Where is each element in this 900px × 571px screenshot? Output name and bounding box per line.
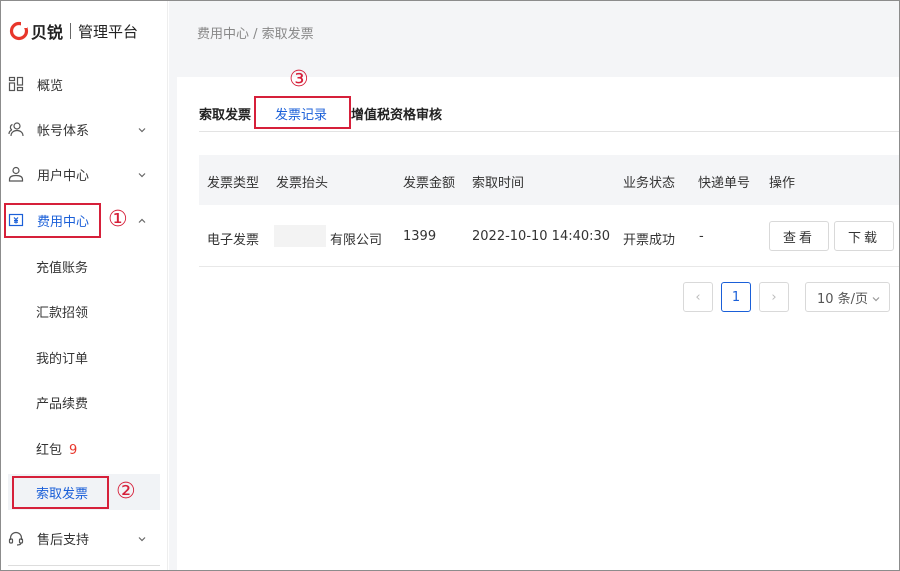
tabs-divider	[199, 131, 900, 132]
sidebar-item-label: 用户中心	[37, 168, 90, 184]
invoice-amount-cell: 1399	[403, 229, 437, 244]
sidebar-subitem-recharge[interactable]: 充值账务	[0, 248, 168, 284]
sidebar-item-label: 概览	[37, 78, 64, 94]
redacted-title-mask	[274, 225, 326, 247]
chevron-down-icon	[871, 293, 881, 303]
annotation-marker-3: ③	[289, 67, 309, 92]
grid-icon	[8, 76, 24, 92]
active-tab-indicator	[275, 127, 329, 129]
column-header: 发票抬头	[276, 176, 329, 191]
download-invoice-button[interactable]: 下载	[834, 221, 894, 251]
sidebar: 贝锐 管理平台 概览 帐号体系 用户中心 费用中心 ① 充值账务 汇款招领 我的…	[0, 0, 168, 571]
column-header: 索取时间	[472, 176, 525, 191]
sidebar-item-billing[interactable]: 费用中心	[0, 202, 168, 238]
headset-icon	[8, 530, 24, 546]
main-content: 费用中心 / 索取发票 索取发票 发票记录 增值税资格审核 ③ 发票类型 发票抬…	[169, 0, 900, 571]
user-icon	[8, 166, 24, 182]
sidebar-subitem-orders[interactable]: 我的订单	[0, 339, 168, 375]
sidebar-divider	[8, 565, 160, 566]
tab-vat-qualification[interactable]: 增值税资格审核	[351, 104, 442, 132]
column-header: 快递单号	[698, 176, 751, 191]
brand-divider	[70, 23, 72, 39]
annotation-marker-1: ①	[108, 207, 128, 232]
breadcrumb: 费用中心 / 索取发票	[197, 27, 314, 42]
sidebar-subitem-request-invoice[interactable]: 索取发票	[8, 474, 160, 510]
column-header: 发票类型	[207, 176, 260, 191]
sidebar-item-label: 售后支持	[37, 532, 90, 548]
sidebar-subitem-label: 汇款招领	[36, 305, 89, 321]
sidebar-subitem-label: 我的订单	[36, 351, 89, 367]
red-packet-label: 红包	[36, 442, 63, 458]
sidebar-item-user-center[interactable]: 用户中心	[0, 156, 168, 192]
sidebar-subitem-label: 产品续费	[36, 396, 89, 412]
brand-subtitle: 管理平台	[78, 22, 139, 41]
sidebar-subitem-label: 索取发票	[36, 486, 89, 502]
sidebar-subitem-label: 红包 9	[36, 439, 77, 458]
sidebar-subitem-remittance[interactable]: 汇款招领	[0, 293, 168, 329]
next-page-button[interactable]: ›	[759, 282, 789, 312]
red-packet-count-badge: 9	[69, 442, 78, 458]
chevron-left-icon: ‹	[695, 289, 701, 305]
chevron-down-icon	[137, 124, 147, 134]
users-icon	[8, 121, 24, 137]
brand-logo[interactable]: 贝锐 管理平台	[9, 19, 138, 43]
sidebar-item-support[interactable]: 售后支持	[0, 520, 168, 556]
status-cell: 开票成功	[623, 233, 676, 248]
chevron-up-icon	[137, 215, 147, 225]
pagination: ‹ 1 › 10 条/页	[177, 282, 900, 314]
prev-page-button[interactable]: ‹	[683, 282, 713, 312]
content-card: 索取发票 发票记录 增值税资格审核 ③ 发票类型 发票抬头 发票金额 索取时间 …	[177, 69, 900, 571]
annotation-marker-2: ②	[116, 479, 136, 504]
chevron-down-icon	[137, 169, 147, 179]
view-invoice-button[interactable]: 查看	[769, 221, 829, 251]
table-row: 电子发票 有限公司 1399 2022-10-10 14:40:30 开票成功 …	[199, 205, 900, 267]
page-size-select[interactable]: 10 条/页	[805, 282, 890, 312]
sidebar-subitem-label: 充值账务	[36, 260, 89, 276]
column-header: 业务状态	[623, 176, 676, 191]
table-header: 发票类型 发票抬头 发票金额 索取时间 业务状态 快递单号 操作	[199, 155, 900, 205]
chevron-down-icon	[137, 533, 147, 543]
sidebar-item-label: 费用中心	[37, 214, 90, 230]
request-time-cell: 2022-10-10 14:40:30	[472, 229, 611, 244]
invoice-type-cell: 电子发票	[207, 233, 260, 248]
page-size-value: 10 条/页	[817, 291, 869, 307]
invoice-title-cell: 有限公司	[330, 233, 383, 248]
brand-name: 贝锐	[31, 23, 64, 42]
tracking-number-cell: -	[699, 229, 704, 244]
sidebar-item-accounts[interactable]: 帐号体系	[0, 111, 168, 147]
tab-request-invoice[interactable]: 索取发票	[199, 104, 251, 132]
sidebar-subitem-red-packet[interactable]: 红包 9	[0, 430, 168, 466]
column-header: 操作	[769, 176, 796, 191]
sidebar-subitem-renewal[interactable]: 产品续费	[0, 384, 168, 420]
invoice-icon	[8, 212, 24, 228]
sidebar-item-label: 帐号体系	[37, 123, 90, 139]
chevron-right-icon: ›	[771, 289, 777, 305]
brand-logo-icon	[9, 21, 29, 41]
sidebar-item-overview[interactable]: 概览	[0, 66, 168, 102]
column-header: 发票金额	[403, 176, 456, 191]
page-1-button[interactable]: 1	[721, 282, 751, 312]
